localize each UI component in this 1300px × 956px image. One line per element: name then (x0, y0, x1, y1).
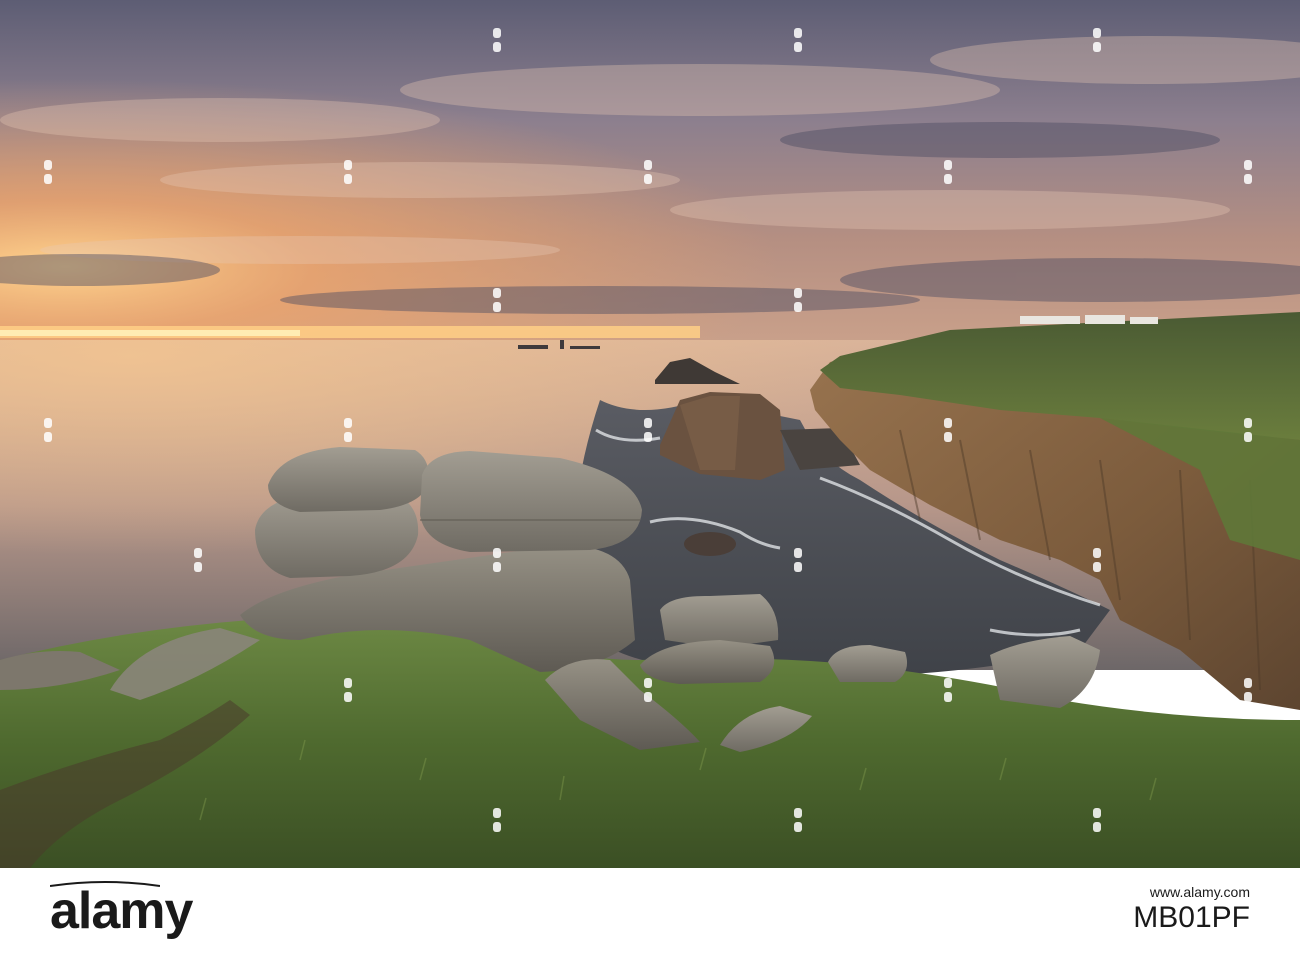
watermark-mark (942, 418, 954, 444)
site-url: www.alamy.com (1149, 884, 1250, 900)
watermark-mark (192, 548, 204, 574)
watermark-mark (491, 288, 503, 314)
watermark-mark (792, 288, 804, 314)
image-info: www.alamy.com MB01PF (1133, 884, 1250, 936)
watermark-mark (42, 160, 54, 186)
watermark-mark (942, 160, 954, 186)
watermark-mark (1091, 28, 1103, 54)
alamy-logo: alamy (50, 882, 193, 940)
watermark-mark (642, 160, 654, 186)
watermark-mark (42, 418, 54, 444)
watermark-mark (1091, 548, 1103, 574)
watermark-mark (642, 678, 654, 704)
image-id: MB01PF (1133, 901, 1250, 934)
watermark-mark (942, 678, 954, 704)
watermark-mark (1091, 808, 1103, 834)
watermark-mark (792, 548, 804, 574)
stock-photo (0, 0, 1300, 868)
watermark-mark (792, 28, 804, 54)
watermark-mark (491, 808, 503, 834)
watermark-mark (1242, 160, 1254, 186)
watermark-mark (342, 160, 354, 186)
watermark-mark (491, 548, 503, 574)
watermark-mark (792, 808, 804, 834)
stock-footer-bar: alamy www.alamy.com MB01PF (0, 868, 1300, 956)
watermark-mark (1242, 678, 1254, 704)
watermark-mark (1242, 418, 1254, 444)
watermark-mark (342, 678, 354, 704)
watermark-mark (491, 28, 503, 54)
watermark-mark (342, 418, 354, 444)
watermark-mark (642, 418, 654, 444)
